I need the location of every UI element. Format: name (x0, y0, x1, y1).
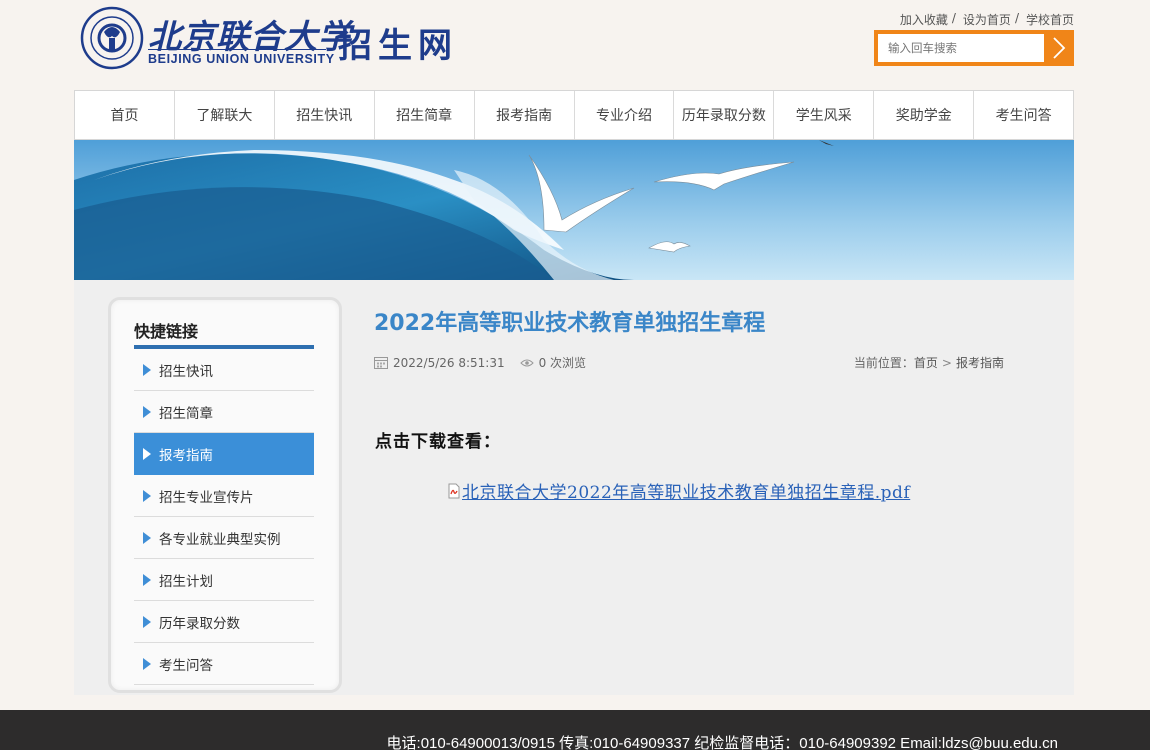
nav-item-news[interactable]: 招生快讯 (275, 91, 375, 139)
download-prompt: 点击下载查看： (375, 432, 501, 452)
main-nav: 首页 了解联大 招生快讯 招生简章 报考指南 专业介绍 历年录取分数 学生风采 … (74, 90, 1074, 140)
attachment: 北京联合大学2022年高等职业技术教育单独招生章程.pdf (446, 478, 910, 503)
school-homepage-link[interactable]: 学校首页 (1026, 11, 1074, 28)
article-title: 2022年高等职业技术教育单独招生章程 (374, 311, 766, 336)
search-input[interactable] (878, 34, 1044, 62)
triangle-right-icon (143, 364, 151, 376)
sidebar-title: 快捷链接 (134, 322, 199, 341)
site-logo[interactable]: 北京联合大学 BEIJING UNION UNIVERSITY 招生网 (80, 6, 460, 74)
article-views: 0 次浏览 (538, 356, 587, 370)
breadcrumb: 当前位置：首页 > 报考指南 (853, 356, 1004, 370)
sidebar-item-guide[interactable]: 报考指南 (134, 433, 314, 475)
sidebar-item-faq[interactable]: 考生问答 (134, 643, 314, 685)
sidebar-item-news[interactable]: 招生快讯 (134, 349, 314, 391)
footer: 电话:010-64900013/0915 传真:010-64909337 纪检监… (0, 710, 1150, 750)
nav-item-students[interactable]: 学生风采 (774, 91, 875, 139)
sidebar-item-employment-cases[interactable]: 各专业就业典型实例 (134, 517, 314, 559)
nav-item-faq[interactable]: 考生问答 (974, 91, 1073, 139)
triangle-right-icon (143, 616, 151, 628)
footer-contact: 电话:010-64900013/0915 传真:010-64909337 纪检监… (386, 735, 1058, 750)
nav-item-scores[interactable]: 历年录取分数 (674, 91, 775, 139)
nav-item-scholarships[interactable]: 奖助学金 (874, 91, 975, 139)
sidebar-item-scores[interactable]: 历年录取分数 (134, 601, 314, 643)
search-button[interactable] (1044, 30, 1074, 66)
pdf-icon (448, 483, 460, 498)
top-links: 加入收藏 / 设为首页 / 学校首页 (899, 11, 1074, 28)
nav-item-guide[interactable]: 报考指南 (475, 91, 575, 139)
nav-item-about[interactable]: 了解联大 (175, 91, 275, 139)
banner-image (74, 140, 1074, 280)
nav-item-brochure[interactable]: 招生简章 (375, 91, 475, 139)
calendar-icon (374, 357, 388, 369)
sidebar-item-major-videos[interactable]: 招生专业宣传片 (134, 475, 314, 517)
triangle-right-icon (143, 490, 151, 502)
triangle-right-icon (143, 532, 151, 544)
triangle-right-icon (143, 448, 151, 460)
nav-item-home[interactable]: 首页 (75, 91, 175, 139)
article-date: 2022/5/26 8:51:31 (393, 355, 505, 370)
logo-english-name: BEIJING UNION UNIVERSITY (148, 52, 335, 66)
logo-chinese-name: 北京联合大学 (148, 17, 352, 56)
site-title: 招生网 (338, 26, 458, 66)
set-homepage-link[interactable]: 设为首页 (963, 11, 1011, 28)
sidebar-item-brochure[interactable]: 招生简章 (134, 391, 314, 433)
breadcrumb-guide[interactable]: 报考指南 (956, 356, 1004, 370)
quick-links-sidebar: 快捷链接 招生快讯 招生简章 报考指南 招生专业宣传片 各专业就业典型实例 招生… (108, 297, 342, 693)
sidebar-item-plan[interactable]: 招生计划 (134, 559, 314, 601)
logo-divider (148, 49, 326, 50)
eye-icon (519, 359, 534, 366)
university-seal-icon (80, 6, 144, 70)
pdf-download-link[interactable]: 北京联合大学2022年高等职业技术教育单独招生章程.pdf (462, 478, 910, 503)
article-meta: 2022/5/26 8:51:31 0 次浏览 (374, 354, 586, 371)
triangle-right-icon (143, 574, 151, 586)
breadcrumb-home[interactable]: 首页 (914, 356, 938, 370)
chevron-right-icon (1053, 37, 1066, 59)
nav-item-majors[interactable]: 专业介绍 (575, 91, 675, 139)
add-favorite-link[interactable]: 加入收藏 (900, 11, 948, 28)
search-box (874, 30, 1074, 66)
triangle-right-icon (143, 406, 151, 418)
triangle-right-icon (143, 658, 151, 670)
